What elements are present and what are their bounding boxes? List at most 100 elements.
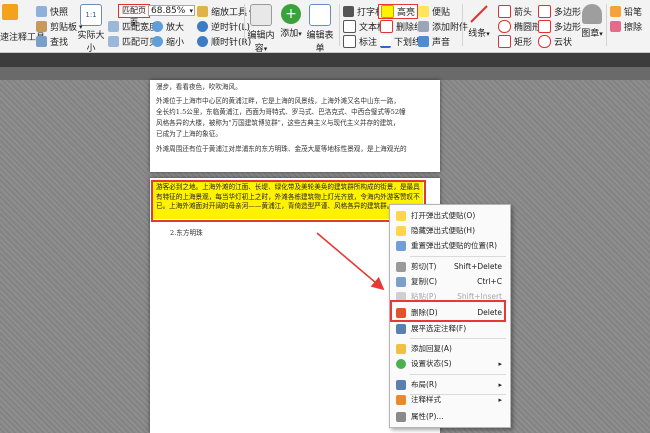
page-text: 全长约1.5公里，东临黄浦江，西面为哥特式、罗马式、巴洛克式、中西合璧式等52幢	[156, 108, 406, 116]
style-icon	[396, 394, 406, 405]
chevron-right-icon: ▸	[498, 395, 502, 404]
scissors-icon	[396, 261, 406, 272]
note-button[interactable]: 便贴	[418, 5, 450, 18]
strikeout-button[interactable]: 删除线	[380, 20, 423, 33]
clipboard-icon	[36, 21, 47, 32]
edit-form-button[interactable]: 编辑表单	[303, 4, 337, 54]
rotate-left-icon	[197, 21, 208, 32]
fit-visible-icon	[108, 36, 119, 47]
menu-item-copy[interactable]: 复制(C) Ctrl+C	[390, 274, 510, 289]
polyline-button[interactable]: 多边形	[538, 20, 581, 33]
page-text: 已成为了上海的象征。	[156, 130, 222, 138]
edit-icon	[2, 4, 21, 20]
edit-content-button[interactable]: 编辑内容▾	[246, 4, 276, 54]
menu-separator	[410, 374, 506, 375]
highlight-button[interactable]: 高亮	[378, 4, 419, 19]
eraser-button[interactable]: 擦除	[610, 20, 642, 33]
note-icon	[418, 6, 429, 17]
menu-item-layout[interactable]: 布局(R) ▸	[390, 377, 510, 392]
page-icon: 1:1	[80, 4, 102, 26]
page-text: 外滩周围还有位于黄浦江对岸浦东的东方明珠、金茂大厦等地标性景观，是上海观光的	[156, 145, 407, 153]
divider	[339, 4, 340, 46]
actual-size-button[interactable]: 1:1 实际大小	[76, 4, 106, 54]
snapshot-button[interactable]: 快照	[36, 5, 68, 18]
zoom-select[interactable]: 68.85% ▾	[148, 5, 195, 16]
menu-item-open-note[interactable]: 打开弹出式便贴(O)	[390, 208, 510, 223]
rectangle-button[interactable]: 矩形	[498, 35, 532, 48]
polyline-icon	[538, 20, 551, 33]
line-button[interactable]: 线条▾	[466, 4, 492, 39]
eraser-icon	[610, 21, 621, 32]
divider	[606, 4, 607, 46]
sound-button[interactable]: 声音	[418, 35, 450, 48]
fit-visible-button[interactable]: 匹配可见	[108, 35, 158, 48]
divider	[462, 4, 463, 46]
zoom-out-icon	[152, 36, 163, 47]
fit-page-button[interactable]: 匹配页面	[118, 4, 150, 27]
layout-icon	[396, 379, 406, 390]
ellipse-icon	[498, 20, 511, 33]
pencil-icon	[610, 6, 621, 17]
fit-width-icon	[108, 21, 119, 32]
form-icon	[309, 4, 331, 26]
cloud-button[interactable]: 云状	[538, 35, 572, 48]
menu-item-properties[interactable]: 属性(P)...	[390, 409, 510, 424]
attach-file-button[interactable]: 添加附件	[418, 20, 468, 33]
page-text: 外滩位于上海市中心区的黄浦江畔，它是上海的风景线，上海外滩又名中山东一路，	[156, 97, 400, 105]
line-icon	[470, 5, 488, 23]
page-gap	[0, 67, 650, 80]
menu-item-set-status[interactable]: 设置状态(S) ▸	[390, 356, 510, 371]
magnifier-icon	[197, 6, 208, 17]
reply-icon	[396, 343, 406, 354]
menu-item-annotation-style[interactable]: 注释样式 ▸	[390, 392, 510, 407]
find-button[interactable]: 查找	[36, 35, 68, 48]
callout-icon	[343, 35, 356, 48]
callout-button[interactable]: 标注	[343, 35, 377, 48]
rotate-left-button[interactable]: 逆时针(L)	[197, 20, 250, 33]
cloud-icon	[538, 35, 551, 48]
arrow-button[interactable]: 箭头	[498, 5, 532, 18]
search-icon	[36, 36, 47, 47]
typewriter-icon	[343, 6, 354, 17]
textbox-icon	[343, 20, 356, 33]
note-reset-icon	[396, 240, 406, 251]
menu-item-hide-note[interactable]: 隐藏弹出式便贴(H)	[390, 223, 510, 238]
selection-marker	[151, 180, 426, 222]
toolbar-ribbon: 速注释工具 快照 剪贴板 ▾ 查找 1:1 实际大小 匹配页面 匹配宽度 匹配可见…	[0, 0, 650, 54]
stamp-icon	[582, 4, 602, 24]
menu-item-flatten[interactable]: 展平选定注释(F)	[390, 321, 510, 336]
pdf-page[interactable]: 漫步，看看夜色，吹吹海风。 外滩位于上海市中心区的黄浦江畔，它是上海的风景线，上…	[150, 80, 440, 172]
underline-button[interactable]: 下划线	[380, 35, 421, 48]
paperclip-icon	[418, 21, 429, 32]
section-heading: 2.东方明珠	[170, 229, 203, 237]
stamp-button[interactable]: 图章▾	[580, 4, 604, 39]
toolbar-divider-strip	[0, 53, 650, 67]
polygon-icon	[538, 5, 551, 18]
pencil-button[interactable]: 铅笔	[610, 5, 642, 18]
underline-icon	[380, 35, 391, 48]
chevron-down-icon: ▾	[189, 7, 193, 15]
zoom-in-button[interactable]: 放大	[152, 20, 184, 33]
chevron-right-icon: ▸	[498, 380, 502, 389]
edit-content-icon	[250, 4, 272, 26]
rotate-right-icon	[197, 36, 208, 47]
strikeout-icon	[380, 20, 393, 33]
ellipse-button[interactable]: 椭圆形	[498, 20, 541, 33]
menu-separator	[410, 338, 506, 339]
note-open-icon	[396, 210, 406, 221]
zoom-out-button[interactable]: 缩小	[152, 35, 184, 48]
fit-width-button[interactable]: 匹配宽度	[108, 20, 158, 33]
add-button[interactable]: + 添加▾	[280, 4, 302, 39]
add-icon: +	[281, 4, 301, 24]
polygon-button[interactable]: 多边形	[538, 5, 581, 18]
properties-icon	[396, 411, 406, 422]
arrow-icon	[498, 5, 511, 18]
menu-item-add-reply[interactable]: 添加回复(A)	[390, 341, 510, 356]
menu-item-cut[interactable]: 剪切(T) Shift+Delete	[390, 259, 510, 274]
rectangle-icon	[498, 35, 511, 48]
copy-icon	[396, 276, 406, 287]
page-text: 漫步，看看夜色，吹吹海风。	[156, 83, 242, 91]
delete-highlight-marker	[390, 300, 506, 322]
note-hide-icon	[396, 225, 406, 236]
menu-item-reset-note[interactable]: 重置弹出式便贴的位置(R)	[390, 238, 510, 253]
